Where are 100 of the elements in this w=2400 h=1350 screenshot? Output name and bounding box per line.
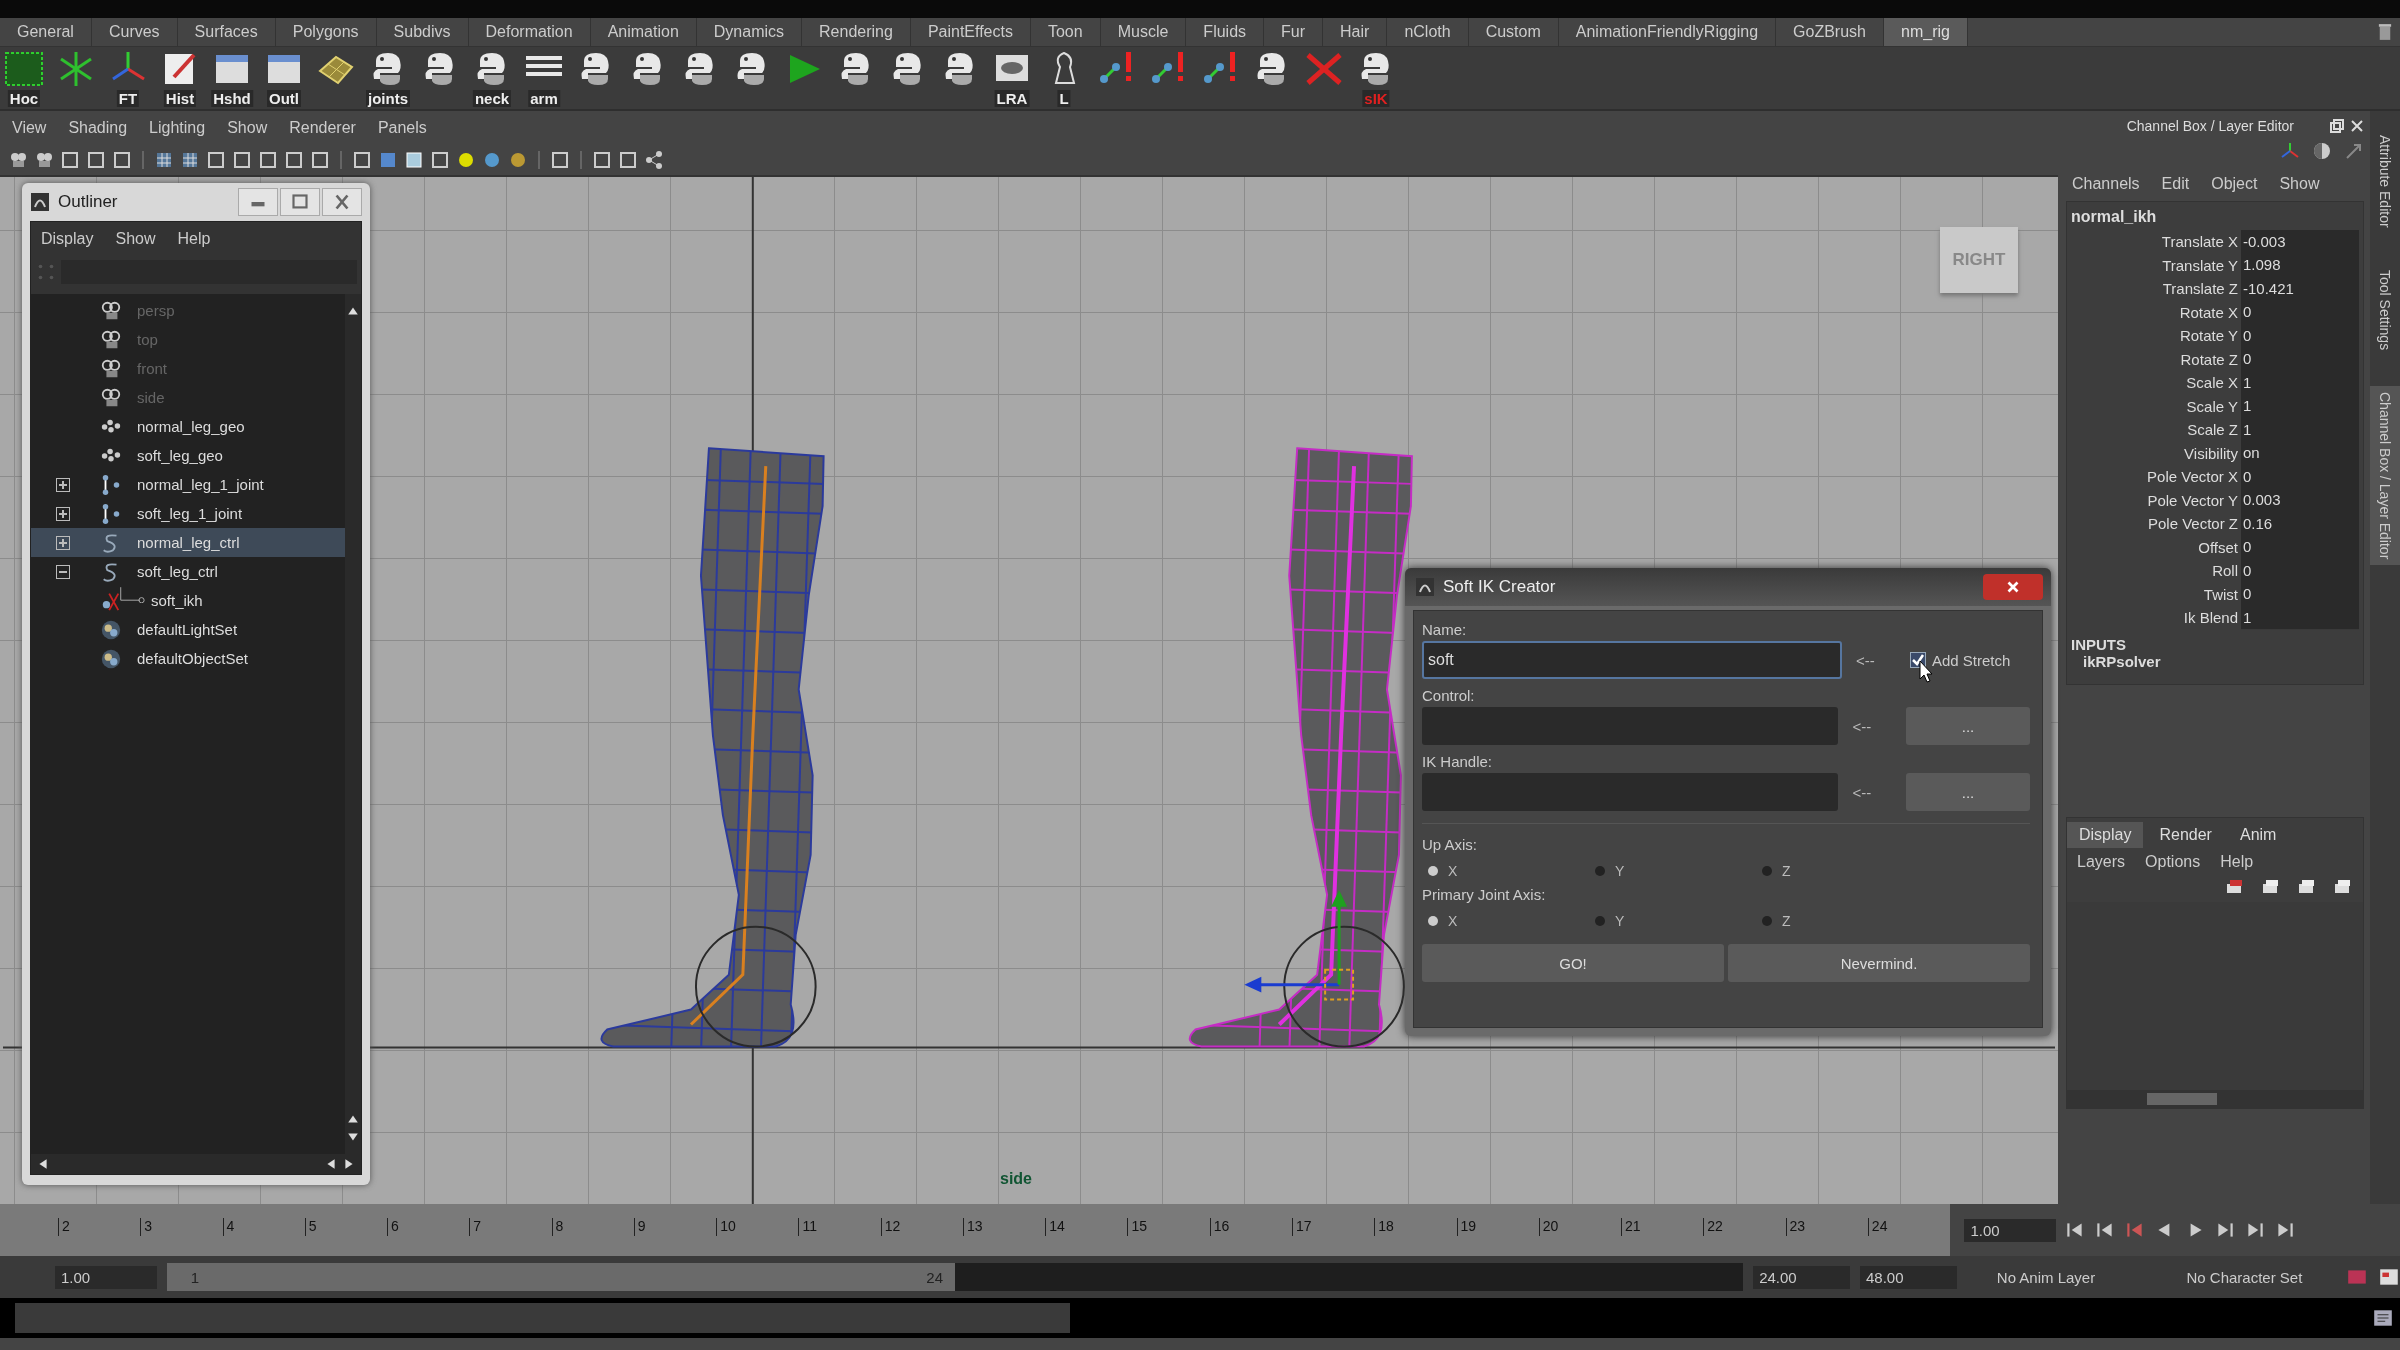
radio-button[interactable] [1428, 866, 1438, 876]
shelf-button[interactable]: Hshd [210, 49, 254, 107]
browse-button[interactable]: ... [1906, 707, 2030, 745]
scroll-up-icon[interactable] [347, 305, 359, 317]
shelf-button[interactable]: Hoc [2, 49, 46, 107]
tool-icon[interactable] [284, 150, 304, 170]
outliner-item[interactable]: normal_leg_ctrl [31, 528, 345, 557]
shelf-button[interactable]: arm [522, 49, 566, 107]
cube-icon[interactable] [404, 150, 424, 170]
half-circle-icon[interactable] [2312, 141, 2332, 161]
character-set-dropdown[interactable]: No Character Set [2156, 1268, 2337, 1286]
arrow-icon[interactable] [2344, 141, 2364, 161]
tool-icon[interactable] [618, 150, 638, 170]
attribute-value[interactable]: -0.003 [2241, 229, 2359, 254]
shelf-tab[interactable]: PaintEffects [910, 18, 1031, 46]
checkbox[interactable] [1910, 652, 1926, 668]
scroll-right-icon[interactable] [343, 1158, 355, 1170]
attribute-value[interactable]: 0 [2241, 535, 2359, 560]
side-tab[interactable]: Channel Box / Layer Editor [2370, 385, 2400, 566]
layer-menu-item[interactable]: Help [2220, 853, 2254, 871]
sphere-icon[interactable] [508, 150, 528, 170]
dialog-button[interactable]: GO! [1422, 944, 1724, 982]
shelf-tab[interactable]: nm_rig [1884, 18, 1968, 46]
radio-button[interactable] [1595, 866, 1605, 876]
shelf-button[interactable]: Hist [158, 49, 202, 107]
shelf-tab[interactable]: Rendering [802, 18, 911, 46]
max-time-field[interactable]: 48.00 [1860, 1265, 1957, 1289]
scroll-up-icon[interactable] [347, 1113, 359, 1125]
time-ruler[interactable]: 2 3 4 5 6 7 8 9 10 11 12 13 14 15 16 17 18 19 20 21 22 23 24 [0, 1204, 1950, 1256]
outliner-item[interactable]: normal_leg_geo [31, 412, 345, 441]
tool-icon[interactable] [430, 150, 450, 170]
attribute-value[interactable]: 0 [2241, 582, 2359, 607]
tool-icon[interactable] [60, 150, 80, 170]
shelf-tab[interactable]: General [0, 18, 92, 46]
attribute-value[interactable]: 0.003 [2241, 488, 2359, 513]
scroll-down-icon[interactable] [347, 1131, 359, 1143]
shelf-tab[interactable]: Surfaces [177, 18, 276, 46]
channel-menu-item[interactable]: Show [2279, 175, 2320, 193]
attribute-value[interactable]: 0 [2241, 347, 2359, 372]
outliner-item[interactable]: soft_ikh [31, 586, 345, 615]
script-editor-icon[interactable] [2372, 1307, 2394, 1329]
shelf-tab[interactable]: Fluids [1186, 18, 1265, 46]
tool-icon[interactable] [258, 150, 278, 170]
maximize-icon[interactable] [280, 188, 320, 216]
shelf-tab[interactable]: AnimationFriendlyRigging [1558, 18, 1777, 46]
shelf-tab[interactable]: Dynamics [696, 18, 803, 46]
attribute-value[interactable]: on [2241, 441, 2359, 466]
share-icon[interactable] [644, 150, 664, 170]
anim-layer-dropdown[interactable]: No Anim Layer [1966, 1268, 2147, 1286]
prefs-icon[interactable] [2378, 1266, 2400, 1288]
channel-menu-item[interactable]: Object [2211, 175, 2258, 193]
tool-icon[interactable] [206, 150, 226, 170]
panel-menu-item[interactable]: Show [227, 119, 268, 137]
shelf-tab[interactable]: Subdivs [376, 18, 469, 46]
outliner-menu-item[interactable]: Show [115, 230, 156, 248]
attribute-value[interactable]: 1 [2241, 605, 2359, 630]
outliner-item[interactable]: soft_leg_geo [31, 441, 345, 470]
outliner-item[interactable]: defaultObjectSet [31, 644, 345, 673]
input-node[interactable]: ikRPsolver [2071, 652, 2359, 670]
radio-button[interactable] [1762, 916, 1772, 926]
collapse-icon[interactable] [56, 564, 70, 579]
panel-menu-item[interactable]: Renderer [289, 119, 356, 137]
sphere-icon[interactable] [456, 150, 476, 170]
shelf-tab[interactable]: nCloth [1387, 18, 1469, 46]
tool-icon[interactable] [550, 150, 570, 170]
layer-tab[interactable]: Render [2147, 822, 2224, 848]
shelf-tab[interactable]: Muscle [1100, 18, 1187, 46]
outliner-menu-item[interactable]: Help [177, 230, 211, 248]
grid-icon[interactable] [180, 150, 200, 170]
attribute-value[interactable]: 0 [2241, 300, 2359, 325]
shelf-tab[interactable]: Animation [590, 18, 697, 46]
browse-button[interactable]: ... [1906, 773, 2030, 811]
shelf-tab[interactable]: Toon [1030, 18, 1101, 46]
text-field[interactable]: soft [1422, 641, 1842, 679]
expand-icon[interactable] [56, 477, 70, 492]
expand-icon[interactable] [56, 506, 70, 521]
cube-icon[interactable] [352, 150, 372, 170]
float-icon[interactable] [2330, 119, 2344, 133]
panel-menu-item[interactable]: Lighting [149, 119, 206, 137]
shelf-button[interactable]: Outl [262, 49, 306, 107]
shelf-tab[interactable]: Hair [1323, 18, 1388, 46]
outliner-item[interactable]: normal_leg_1_joint [31, 470, 345, 499]
panel-menu-item[interactable]: Shading [68, 119, 128, 137]
axes-icon[interactable] [2280, 141, 2300, 161]
panel-menu-item[interactable]: Panels [377, 119, 427, 137]
outliner-item[interactable]: defaultLightSet [31, 615, 345, 644]
shelf-button[interactable]: neck [470, 49, 514, 107]
scroll-left-icon[interactable] [37, 1158, 49, 1170]
shelf-tab[interactable]: Custom [1468, 18, 1559, 46]
outliner-item[interactable]: soft_leg_ctrl [31, 557, 345, 586]
shelf-tab[interactable]: Polygons [275, 18, 377, 46]
panel-menu-item[interactable]: View [12, 119, 47, 137]
side-tab[interactable]: Attribute Editor [2370, 129, 2400, 234]
outliner-menu-item[interactable]: Display [41, 230, 94, 248]
close-button[interactable] [1983, 574, 2043, 600]
radio-button[interactable] [1428, 916, 1438, 926]
minimize-icon[interactable] [238, 188, 278, 216]
tool-icon[interactable] [310, 150, 330, 170]
outliner-item[interactable]: soft_leg_1_joint [31, 499, 345, 528]
shelf-tab[interactable]: Fur [1264, 18, 1324, 46]
